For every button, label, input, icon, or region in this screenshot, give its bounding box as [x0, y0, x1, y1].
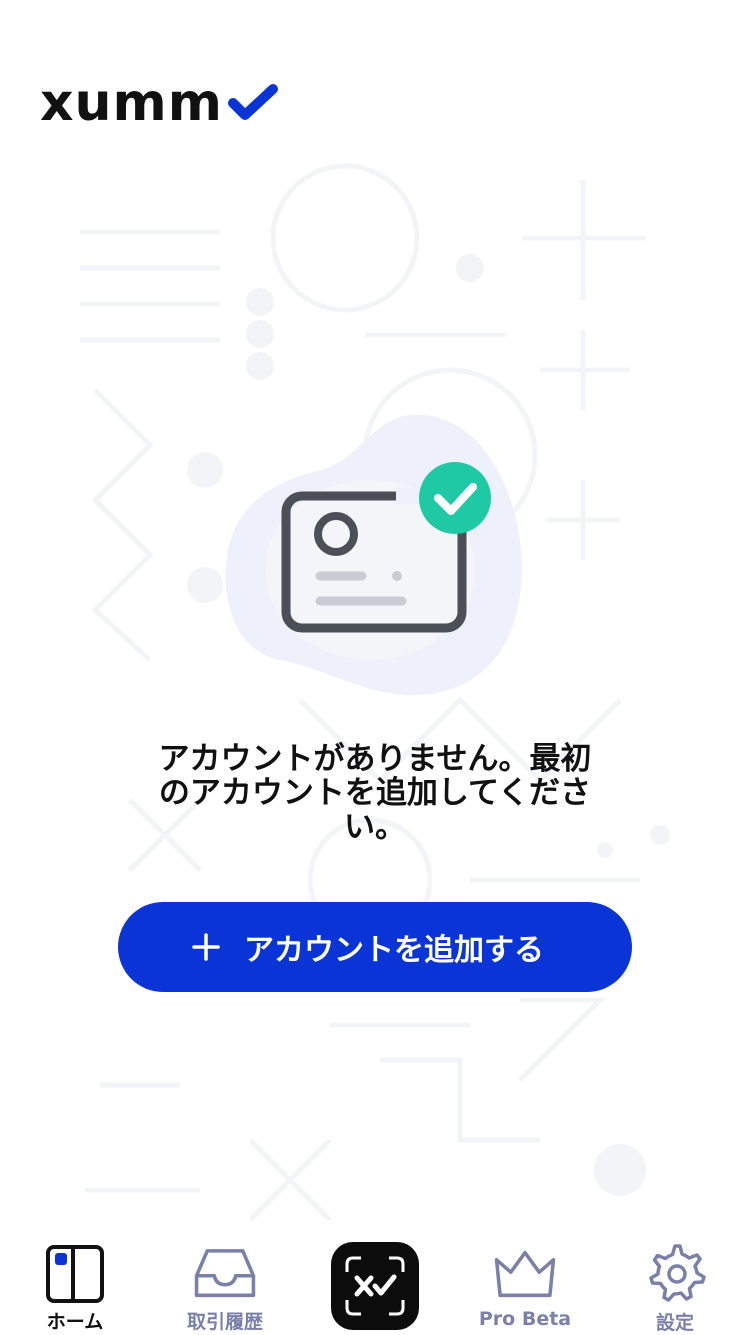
tab-settings-label: 設定: [655, 1312, 694, 1334]
tab-pro-beta-label: Pro Beta: [478, 1308, 572, 1330]
logo-check-icon: [227, 84, 278, 120]
tab-settings[interactable]: 設定: [600, 1230, 750, 1334]
tab-history[interactable]: 取引履歴: [150, 1230, 300, 1334]
xumm-logo: xumm: [40, 73, 279, 133]
tab-history-label: 取引履歴: [186, 1311, 263, 1333]
scan-icon: [345, 1256, 405, 1316]
bottom-tab-bar: ホーム 取引履歴 Pro Beta 設定: [0, 1230, 750, 1334]
inbox-icon: [193, 1242, 257, 1305]
tab-pro-beta[interactable]: Pro Beta: [450, 1230, 600, 1334]
scan-button[interactable]: [331, 1242, 419, 1330]
add-account-label: アカウントを追加する: [244, 933, 544, 968]
add-account-button[interactable]: アカウントを追加する: [118, 902, 632, 992]
plus-icon: [192, 933, 220, 961]
home-icon: [43, 1242, 107, 1305]
no-accounts-message: アカウントがありません。最初のアカウントを追加してください。: [158, 741, 592, 845]
card-with-check-icon: [225, 414, 522, 696]
tab-home[interactable]: ホーム: [0, 1230, 150, 1334]
gear-icon: [643, 1242, 707, 1306]
crown-icon: [493, 1242, 557, 1306]
logo-text: xumm: [40, 73, 223, 133]
tab-home-label: ホーム: [46, 1311, 104, 1333]
